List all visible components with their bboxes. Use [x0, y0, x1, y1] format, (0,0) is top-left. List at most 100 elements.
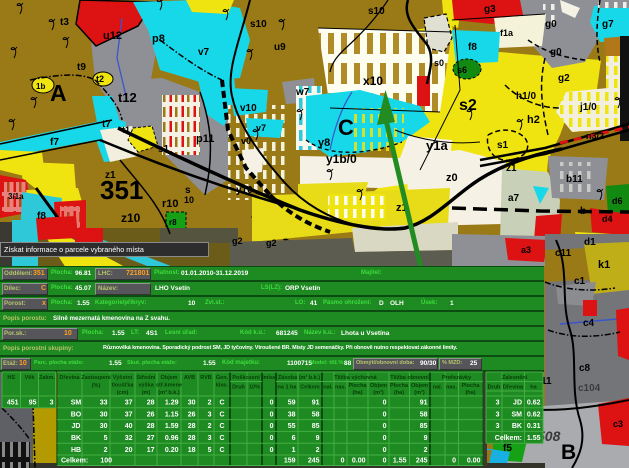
svg-text:C: C: [219, 400, 224, 407]
svg-text:Zastoupení: Zastoupení: [81, 375, 111, 381]
svg-text:AVB: AVB: [184, 375, 195, 381]
svg-text:2: 2: [424, 447, 428, 454]
svg-text:0: 0: [270, 435, 274, 442]
svg-text:1.15: 1.15: [165, 411, 179, 418]
svg-text:30: 30: [100, 423, 108, 430]
svg-text:(cm): (cm): [117, 390, 129, 396]
svg-text:HS: HS: [7, 375, 15, 381]
svg-text:(ha): (ha): [394, 390, 404, 396]
svg-text:9: 9: [316, 435, 320, 442]
svg-text:(%): (%): [92, 383, 101, 389]
svg-text:klas.: klas.: [216, 383, 229, 389]
svg-text:stř.kmene: stř.kmene: [156, 383, 182, 389]
svg-text:C: C: [219, 447, 224, 454]
svg-text:JD: JD: [513, 400, 522, 407]
svg-text:0: 0: [270, 411, 274, 418]
svg-text:Objem: Objem: [160, 375, 177, 381]
svg-text:28: 28: [147, 400, 155, 407]
svg-text:0: 0: [270, 447, 274, 454]
svg-text:28: 28: [147, 423, 155, 430]
svg-text:3: 3: [208, 435, 212, 442]
svg-text:Zásoba (m³ b.k.): Zásoba (m³ b.k.): [278, 374, 320, 381]
svg-text:(m): (m): [142, 390, 151, 396]
svg-text:37: 37: [125, 400, 133, 407]
svg-text:Objem: Objem: [370, 383, 387, 389]
svg-text:0.62: 0.62: [527, 411, 541, 418]
svg-text:18: 18: [188, 447, 196, 454]
svg-text:100: 100: [100, 457, 112, 464]
svg-text:nal.: nal.: [433, 385, 443, 391]
svg-text:1.29: 1.29: [165, 400, 179, 407]
svg-text:nas.: nas.: [335, 385, 346, 391]
svg-text:tloušťka: tloušťka: [112, 383, 135, 389]
svg-text:1.55: 1.55: [527, 435, 541, 442]
svg-text:nal.: nal.: [323, 385, 333, 391]
svg-text:na 1 ha: na 1 ha: [278, 385, 298, 391]
svg-text:(ha): (ha): [465, 390, 475, 396]
svg-text:451: 451: [7, 400, 19, 407]
svg-text:1: 1: [292, 447, 296, 454]
svg-text:32: 32: [125, 435, 133, 442]
svg-text:(m³): (m³): [414, 389, 425, 396]
svg-text:59: 59: [288, 400, 296, 407]
svg-text:91: 91: [312, 400, 320, 407]
svg-text:1.59: 1.59: [165, 423, 179, 430]
svg-text:0: 0: [383, 457, 387, 464]
svg-text:3: 3: [496, 411, 500, 418]
svg-text:Objem: Objem: [411, 383, 428, 389]
svg-text:0: 0: [383, 447, 387, 454]
svg-text:Výčetní: Výčetní: [113, 375, 133, 381]
svg-text:58: 58: [420, 411, 428, 418]
svg-text:Dřevina: Dřevina: [59, 375, 80, 381]
svg-text:RVB: RVB: [200, 375, 212, 381]
svg-text:Druh: Druh: [488, 385, 501, 391]
svg-text:3: 3: [496, 423, 500, 430]
svg-text:1.55: 1.55: [393, 457, 407, 464]
svg-text:(ha): (ha): [352, 390, 362, 396]
svg-text:Těžba obnovní: Těžba obnovní: [390, 375, 429, 381]
svg-text:Věk: Věk: [25, 375, 36, 381]
svg-text:26: 26: [188, 411, 196, 418]
svg-text:3: 3: [496, 400, 500, 407]
svg-text:28: 28: [188, 435, 196, 442]
svg-text:6: 6: [292, 435, 296, 442]
svg-text:95: 95: [29, 400, 37, 407]
svg-text:C: C: [219, 411, 224, 418]
svg-text:2: 2: [316, 447, 320, 454]
svg-text:0: 0: [270, 423, 274, 430]
svg-text:0.00: 0.00: [352, 457, 366, 464]
svg-text:Celkem:: Celkem:: [61, 457, 88, 464]
svg-text:245: 245: [308, 457, 320, 464]
svg-text:(m³ b.k.): (m³ b.k.): [158, 389, 180, 396]
svg-text:nas.: nas.: [446, 385, 457, 391]
svg-text:0.96: 0.96: [165, 435, 179, 442]
svg-text:0.62: 0.62: [527, 400, 541, 407]
svg-text:26: 26: [147, 411, 155, 418]
svg-text:0.20: 0.20: [165, 447, 179, 454]
svg-text:Poškození: Poškození: [232, 375, 260, 381]
svg-text:27: 27: [147, 435, 155, 442]
svg-text:33: 33: [100, 400, 108, 407]
svg-text:10%: 10%: [249, 385, 260, 391]
svg-text:85: 85: [420, 423, 428, 430]
svg-text:JD: JD: [72, 423, 81, 430]
svg-text:HB: HB: [71, 447, 81, 454]
svg-text:Střední: Střední: [137, 375, 156, 381]
svg-text:Zalesnění: Zalesnění: [502, 375, 528, 381]
svg-text:40: 40: [125, 423, 133, 430]
svg-text:(m³): (m³): [373, 389, 384, 396]
svg-text:ha: ha: [530, 385, 537, 391]
svg-text:Těžba výchovná: Těžba výchovná: [334, 375, 377, 381]
svg-text:Imise: Imise: [262, 375, 276, 381]
svg-text:0: 0: [383, 423, 387, 430]
svg-text:20: 20: [125, 447, 133, 454]
svg-text:159: 159: [284, 457, 296, 464]
svg-text:Dřevina: Dřevina: [503, 385, 524, 391]
svg-text:245: 245: [416, 457, 428, 464]
svg-text:37: 37: [125, 411, 133, 418]
svg-text:BK: BK: [71, 435, 81, 442]
svg-text:85: 85: [312, 423, 320, 430]
svg-text:Prořezávky: Prořezávky: [442, 375, 472, 381]
svg-text:0: 0: [383, 411, 387, 418]
svg-text:0: 0: [341, 457, 345, 464]
